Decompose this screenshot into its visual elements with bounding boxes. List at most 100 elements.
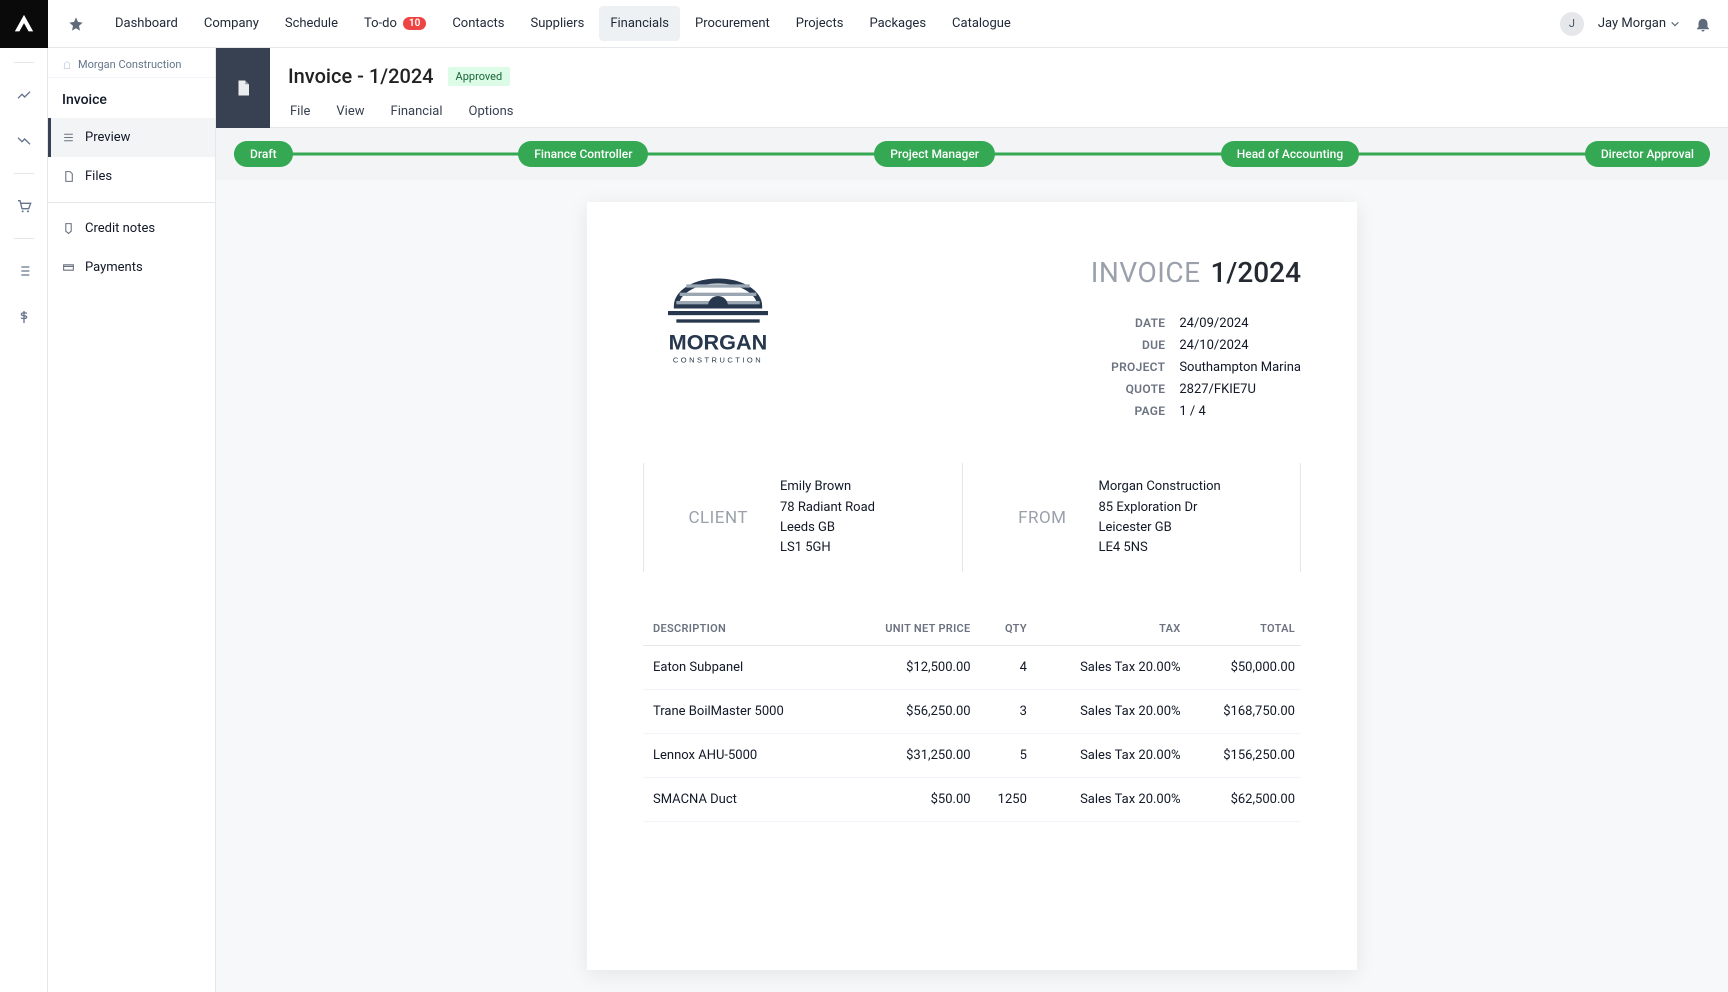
nav-catalogue[interactable]: Catalogue xyxy=(941,6,1022,41)
nav-suppliers[interactable]: Suppliers xyxy=(519,6,595,41)
todo-badge: 10 xyxy=(403,17,426,30)
star-button[interactable] xyxy=(52,0,100,48)
cell-qty: 4 xyxy=(977,646,1033,690)
table-row: Lennox AHU-5000$31,250.005Sales Tax 20.0… xyxy=(643,734,1301,778)
meta-due-label: DUE xyxy=(1077,335,1165,357)
meta-page-label: PAGE xyxy=(1077,401,1165,423)
nav-label: Schedule xyxy=(285,16,338,31)
stage-finance-controller[interactable]: Finance Controller xyxy=(518,141,648,167)
avatar[interactable]: J xyxy=(1560,12,1584,36)
topbar: Dashboard Company Schedule To-do10 Contacts S… xyxy=(0,0,1728,48)
invoice-sheet: MORGAN CONSTRUCTION INVOICE 1/2024 DATE2… xyxy=(587,202,1357,970)
rail-trend-down[interactable] xyxy=(8,125,40,157)
bell-icon[interactable] xyxy=(1694,15,1712,33)
nav-to-do[interactable]: To-do10 xyxy=(353,6,437,41)
client-line2: Leeds GB xyxy=(780,518,875,538)
rail-cart[interactable] xyxy=(8,190,40,222)
cell-desc: Eaton Subpanel xyxy=(643,646,844,690)
nav-schedule[interactable]: Schedule xyxy=(274,6,349,41)
sidebar-item-label: Preview xyxy=(85,130,130,145)
nav-projects[interactable]: Projects xyxy=(785,6,855,41)
body-row: Morgan Construction Invoice PreviewFiles… xyxy=(0,48,1728,992)
nav-financials[interactable]: Financials xyxy=(599,6,680,41)
nav-label: Financials xyxy=(610,16,669,31)
wallet-icon xyxy=(62,261,75,274)
line-items-table: DESCRIPTION UNIT NET PRICE QTY TAX TOTAL… xyxy=(643,612,1301,822)
meta-project-label: PROJECT xyxy=(1077,357,1165,379)
list-icon xyxy=(16,263,32,279)
nav-contacts[interactable]: Contacts xyxy=(441,6,515,41)
table-row: Trane BoilMaster 5000$56,250.003Sales Ta… xyxy=(643,690,1301,734)
logo-icon xyxy=(13,13,35,35)
doc-title: Invoice - 1/2024 xyxy=(288,64,434,88)
from-block: Morgan Construction 85 Exploration Dr Le… xyxy=(1099,477,1221,558)
main: Invoice - 1/2024 Approved File View Financ… xyxy=(216,48,1728,992)
breadcrumb[interactable]: Morgan Construction xyxy=(48,48,215,78)
sidebar-item-files[interactable]: Files xyxy=(48,157,215,196)
invoice-meta: DATE24/09/2024 DUE24/10/2024 PROJECTSout… xyxy=(1077,313,1301,423)
nav-label: Company xyxy=(204,16,259,31)
nav-label: Contacts xyxy=(452,16,504,31)
stage-head-of-accounting[interactable]: Head of Accounting xyxy=(1221,141,1359,167)
note-icon xyxy=(62,222,75,235)
nav-label: Suppliers xyxy=(530,16,584,31)
rail-list[interactable] xyxy=(8,255,40,287)
nav-procurement[interactable]: Procurement xyxy=(684,6,781,41)
rail-separator xyxy=(14,238,34,239)
rail-separator xyxy=(14,62,34,63)
from-label: FROM xyxy=(983,508,1073,528)
document-canvas[interactable]: MORGAN CONSTRUCTION INVOICE 1/2024 DATE2… xyxy=(216,180,1728,992)
cell-total: $168,750.00 xyxy=(1187,690,1301,734)
from-line3: LE4 5NS xyxy=(1099,538,1221,558)
rail-trend-up[interactable] xyxy=(8,79,40,111)
status-badge: Approved xyxy=(448,67,511,86)
nav-packages[interactable]: Packages xyxy=(858,6,937,41)
doc-tabs: File View Financial Options xyxy=(270,96,1728,128)
doc-tab-view[interactable]: View xyxy=(334,96,366,127)
svg-text:CONSTRUCTION: CONSTRUCTION xyxy=(673,356,763,365)
user-menu[interactable]: Jay Morgan xyxy=(1598,16,1680,31)
user-name-label: Jay Morgan xyxy=(1598,16,1666,31)
building-icon xyxy=(62,60,72,70)
nav-label: Procurement xyxy=(695,16,770,31)
sidebar-item-credit-notes[interactable]: Credit notes xyxy=(48,209,215,248)
doc-icon xyxy=(234,79,252,97)
client-block: Emily Brown 78 Radiant Road Leeds GB LS1… xyxy=(780,477,875,558)
cell-tax: Sales Tax 20.00% xyxy=(1033,690,1187,734)
stage-draft[interactable]: Draft xyxy=(234,141,293,167)
nav-company[interactable]: Company xyxy=(193,6,270,41)
sidebar-item-label: Credit notes xyxy=(85,221,155,236)
sidebar-item-payments[interactable]: Payments xyxy=(48,248,215,287)
cell-total: $50,000.00 xyxy=(1187,646,1301,690)
cell-desc: Trane BoilMaster 5000 xyxy=(643,690,844,734)
trend-down-icon xyxy=(16,133,32,149)
stage-project-manager[interactable]: Project Manager xyxy=(874,141,995,167)
cell-unit: $12,500.00 xyxy=(844,646,977,690)
app-logo[interactable] xyxy=(0,0,48,48)
cell-tax: Sales Tax 20.00% xyxy=(1033,734,1187,778)
topbar-right: J Jay Morgan xyxy=(1560,12,1712,36)
sidebar-item-preview[interactable]: Preview xyxy=(48,118,215,157)
icon-rail xyxy=(0,48,48,992)
nav-label: Dashboard xyxy=(115,16,178,31)
stage-director-approval[interactable]: Director Approval xyxy=(1585,141,1710,167)
rail-dollar[interactable] xyxy=(8,301,40,333)
sidebar-item-label: Files xyxy=(85,169,112,184)
client-line3: LS1 5GH xyxy=(780,538,875,558)
cell-unit: $56,250.00 xyxy=(844,690,977,734)
cell-tax: Sales Tax 20.00% xyxy=(1033,778,1187,822)
cell-total: $62,500.00 xyxy=(1187,778,1301,822)
sidebar: Morgan Construction Invoice PreviewFiles… xyxy=(48,48,216,992)
nav-label: Catalogue xyxy=(952,16,1011,31)
doc-tab-options[interactable]: Options xyxy=(467,96,516,127)
invoice-word: INVOICE xyxy=(1091,256,1201,289)
nav-label: Projects xyxy=(796,16,844,31)
dollar-icon xyxy=(16,309,32,325)
doc-tab-financial[interactable]: Financial xyxy=(389,96,445,127)
cell-desc: SMACNA Duct xyxy=(643,778,844,822)
primary-nav: Dashboard Company Schedule To-do10 Contacts S… xyxy=(104,6,1022,41)
list-icon xyxy=(62,131,75,144)
nav-dashboard[interactable]: Dashboard xyxy=(104,6,189,41)
cell-unit: $50.00 xyxy=(844,778,977,822)
doc-tab-file[interactable]: File xyxy=(288,96,312,127)
